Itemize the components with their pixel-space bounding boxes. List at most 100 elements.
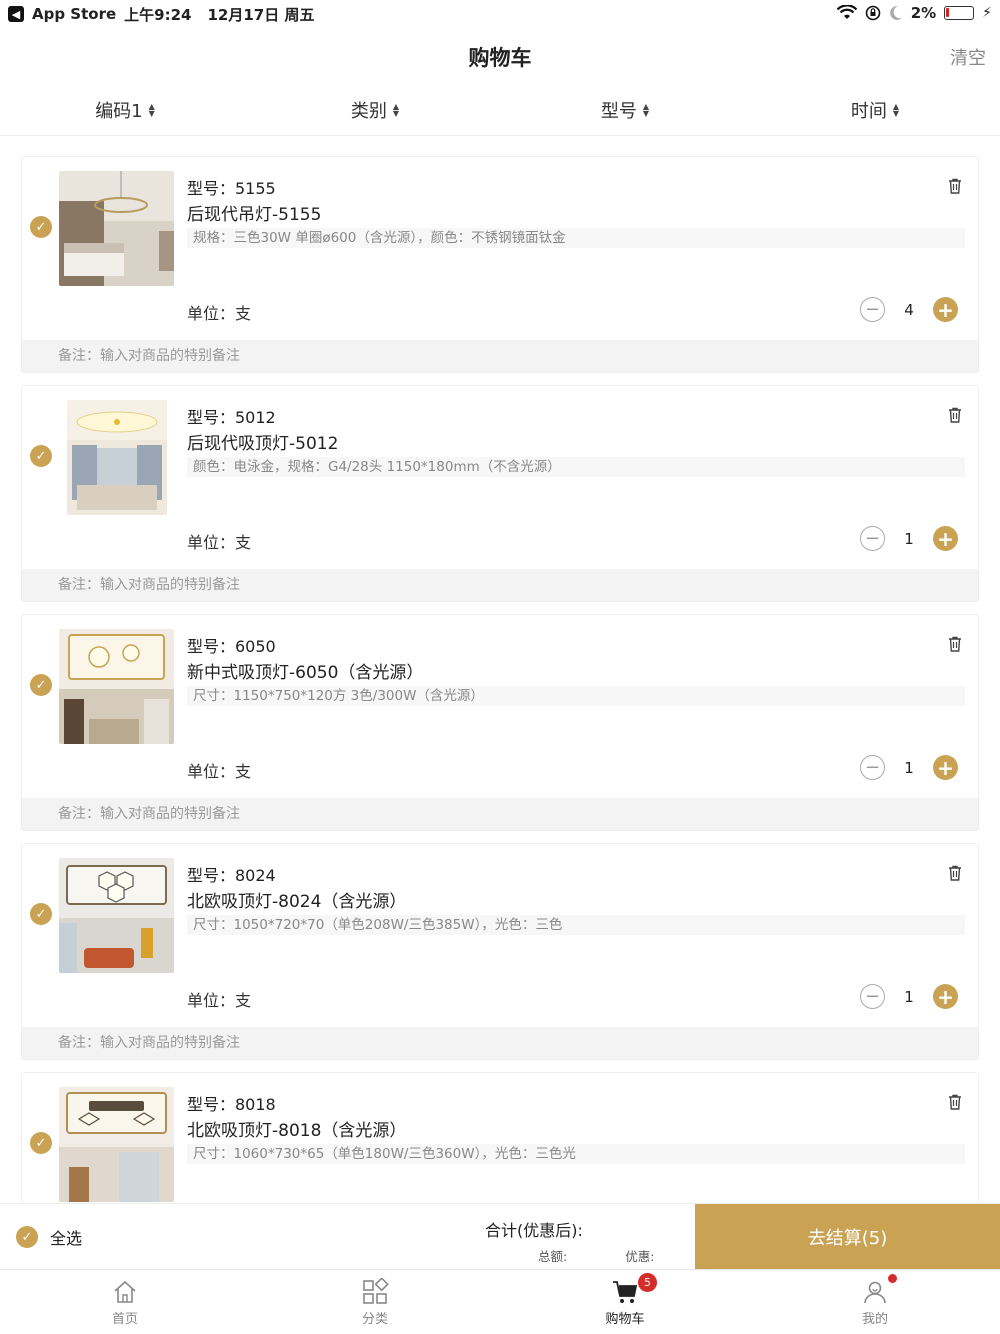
notification-dot (888, 1274, 897, 1283)
sort-label: 型号 (600, 100, 637, 122)
trash-icon[interactable] (946, 1093, 964, 1111)
product-model: 型号：5155 (187, 179, 276, 198)
sort-by-time[interactable]: 时间 ▲ ▼ (750, 84, 1000, 135)
product-image[interactable] (59, 858, 174, 973)
tab-home[interactable]: 首页 (0, 1270, 250, 1334)
quantity-stepper: − 1 + (860, 526, 958, 551)
remark-input[interactable]: 备注：输入对商品的特别备注 (22, 340, 978, 372)
quantity-stepper: − 1 + (860, 755, 958, 780)
product-name[interactable]: 北欧吸顶灯-8018（含光源） (187, 1116, 406, 1141)
product-name[interactable]: 后现代吊灯-5155 (187, 200, 321, 225)
decrease-button[interactable]: − (860, 984, 885, 1009)
trash-icon[interactable] (946, 864, 964, 882)
cart-item: ✓ 型号：8024 北欧吸顶灯-8024（含光源） 尺寸：1050*720*70… (21, 843, 979, 1060)
remark-input[interactable]: 备注：输入对商品的特别备注 (22, 798, 978, 830)
sort-by-model[interactable]: 型号 ▲ ▼ (500, 84, 750, 135)
sort-arrows-icon: ▲ ▼ (892, 101, 900, 118)
checkout-bar: ✓ 全选 合计(优惠后): 总额: 优惠: 去结算(5) (0, 1203, 1000, 1270)
user-icon (864, 1281, 886, 1304)
product-name[interactable]: 新中式吸顶灯-6050（含光源） (187, 658, 423, 683)
decrease-button[interactable]: − (860, 297, 885, 322)
tab-profile[interactable]: 我的 (750, 1270, 1000, 1334)
quantity-stepper: − 1 + (860, 984, 958, 1009)
nav-bar: 购物车 清空 (0, 28, 1000, 82)
item-checkbox[interactable]: ✓ (30, 674, 52, 696)
item-checkbox[interactable]: ✓ (30, 903, 52, 925)
product-image[interactable] (59, 171, 174, 286)
select-all-toggle[interactable]: ✓ 全选 (16, 1225, 82, 1249)
battery-percent: 2% (910, 4, 937, 22)
unit-label: 单位：支 (187, 304, 252, 323)
sort-by-category[interactable]: 类别 ▲ ▼ (250, 84, 500, 135)
select-all-checkbox[interactable]: ✓ (16, 1226, 38, 1248)
unit-label: 单位：支 (187, 991, 252, 1010)
sort-by-code[interactable]: 编码1 ▲ ▼ (0, 84, 250, 135)
remark-input[interactable]: 备注：输入对商品的特别备注 (22, 1027, 978, 1059)
quantity-value: 1 (904, 987, 914, 1006)
unit-label: 单位：支 (187, 533, 252, 552)
trash-icon[interactable] (946, 177, 964, 195)
status-bar: ◀ App Store 上午9:24 12月17日 周五 2% ⚡ (0, 0, 1000, 28)
quantity-value: 1 (904, 529, 914, 548)
moon-icon (889, 5, 902, 20)
cart-count-badge: 5 (638, 1273, 657, 1292)
ceiling-lamp-photo-icon (59, 1087, 174, 1202)
item-checkbox[interactable]: ✓ (30, 216, 52, 238)
increase-button[interactable]: + (933, 297, 958, 322)
page-title: 购物车 (468, 46, 532, 70)
back-app-label[interactable]: App Store (32, 5, 116, 23)
product-image[interactable] (59, 1087, 174, 1202)
item-checkbox[interactable]: ✓ (30, 1132, 52, 1154)
home-icon (114, 1280, 136, 1303)
tab-label: 分类 (361, 1312, 388, 1327)
cart-list[interactable]: ✓ 型号：5155 后现代吊灯-5155 规格：三色30W 单圈ø600（含光源… (21, 156, 979, 1202)
sort-arrows-icon: ▲ ▼ (642, 101, 650, 118)
cart-item: ✓ 型号：6050 新中式吸顶灯-6050（含光源） 尺寸：1150*750*1… (21, 614, 979, 831)
ceiling-lamp-photo-icon (59, 629, 174, 744)
status-time: 上午9:24 (124, 5, 192, 24)
trash-icon[interactable] (946, 635, 964, 653)
total-label: 合计(优惠后): (485, 1221, 583, 1240)
trash-icon[interactable] (946, 406, 964, 424)
product-spec: 尺寸：1150*750*120方 3色/300W（含光源） (187, 686, 965, 706)
increase-button[interactable]: + (933, 984, 958, 1009)
charging-icon: ⚡ (982, 5, 992, 21)
pendant-lamp-photo-icon (59, 171, 174, 286)
item-checkbox[interactable]: ✓ (30, 445, 52, 467)
remark-input[interactable]: 备注：输入对商品的特别备注 (22, 569, 978, 601)
product-spec: 尺寸：1050*720*70（单色208W/三色385W），光色：三色 (187, 915, 965, 935)
sort-label: 时间 (850, 100, 887, 122)
tab-cart[interactable]: 5 购物车 (500, 1270, 750, 1334)
tab-category[interactable]: 分类 (250, 1270, 500, 1334)
ceiling-lamp-photo-icon (67, 400, 167, 515)
tab-label: 购物车 (605, 1312, 645, 1327)
tab-bar: 首页 分类 5 购物车 我的 (0, 1269, 1000, 1334)
checkout-button[interactable]: 去结算(5) (695, 1204, 1000, 1270)
sort-label: 类别 (350, 100, 387, 122)
increase-button[interactable]: + (933, 755, 958, 780)
sort-label: 编码1 (95, 100, 143, 122)
decrease-button[interactable]: − (860, 755, 885, 780)
product-image[interactable] (59, 629, 174, 744)
category-grid-icon (363, 1278, 389, 1304)
increase-button[interactable]: + (933, 526, 958, 551)
product-name[interactable]: 后现代吸顶灯-5012 (187, 429, 338, 454)
product-name[interactable]: 北欧吸顶灯-8024（含光源） (187, 887, 406, 912)
product-spec: 尺寸：1060*730*65（单色180W/三色360W），光色：三色光 (187, 1144, 965, 1164)
tab-label: 我的 (861, 1312, 888, 1327)
sort-arrows-icon: ▲ ▼ (148, 101, 155, 118)
unit-label: 单位：支 (187, 762, 252, 781)
product-spec: 颜色：电泳金，规格：G4/28头 1150*180mm（不含光源） (187, 457, 965, 477)
decrease-button[interactable]: − (860, 526, 885, 551)
product-image[interactable] (67, 400, 167, 515)
cart-item: ✓ 型号：8018 北欧吸顶灯-8018（含光源） 尺寸：1060*730*65… (21, 1072, 979, 1202)
quantity-value: 4 (904, 300, 914, 319)
quantity-value: 1 (904, 758, 914, 777)
quantity-stepper: − 4 + (860, 297, 958, 322)
product-spec: 规格：三色30W 单圈ø600（含光源），颜色：不锈钢镜面钛金 (187, 228, 965, 248)
clear-button[interactable]: 清空 (950, 44, 986, 70)
orientation-lock-icon (865, 5, 880, 21)
product-model: 型号：8018 (187, 1095, 276, 1114)
back-arrow-icon[interactable]: ◀ (8, 6, 24, 22)
ceiling-lamp-photo-icon (59, 858, 174, 973)
